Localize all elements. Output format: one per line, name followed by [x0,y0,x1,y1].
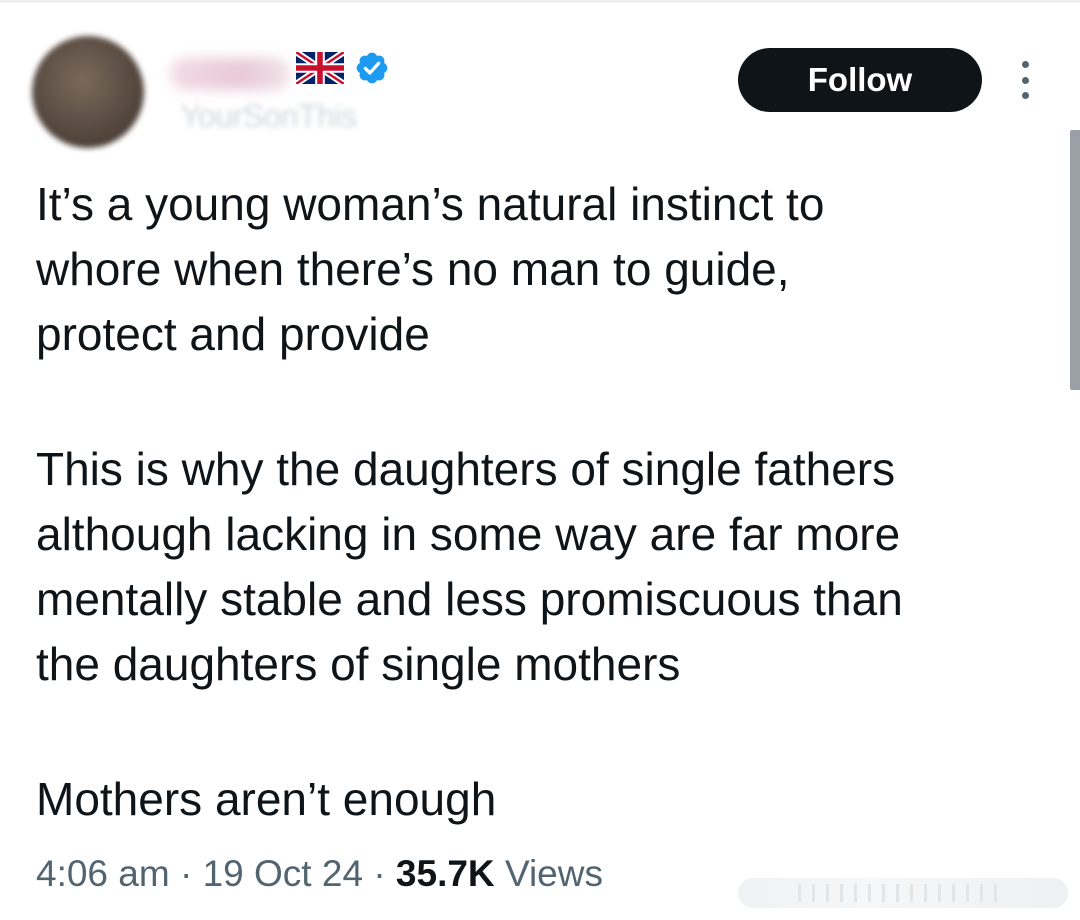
display-name-blurred[interactable] [170,58,290,90]
meta-separator: · [373,853,386,894]
tweet-date[interactable]: 19 Oct 24 [203,853,363,894]
tweet-paragraph: It’s a young woman’s natural instinct to… [36,178,825,360]
views-label: Views [504,853,603,894]
top-divider [0,0,1080,3]
more-dot [1021,92,1029,99]
tweet-paragraph: Mothers aren’t enough [36,773,497,825]
uk-flag-icon [296,52,344,84]
meta-separator: · [179,853,193,894]
scrollbar[interactable] [1070,130,1080,390]
more-dot [1021,76,1029,84]
author-handle[interactable]: YourSonThis [180,98,357,134]
follow-button[interactable]: Follow [738,48,982,112]
more-dot [1021,61,1029,68]
views-count: 35.7K [395,853,495,894]
more-vertical-icon[interactable] [1008,58,1042,102]
tweet-time[interactable]: 4:06 am [36,853,170,894]
watermark [738,878,1068,908]
verified-badge-icon [356,52,388,84]
avatar[interactable] [32,36,144,148]
tweet-meta: 4:06 am · 19 Oct 24 · 35.7K Views [36,846,603,902]
tweet-paragraph: This is why the daughters of single fath… [36,443,903,690]
